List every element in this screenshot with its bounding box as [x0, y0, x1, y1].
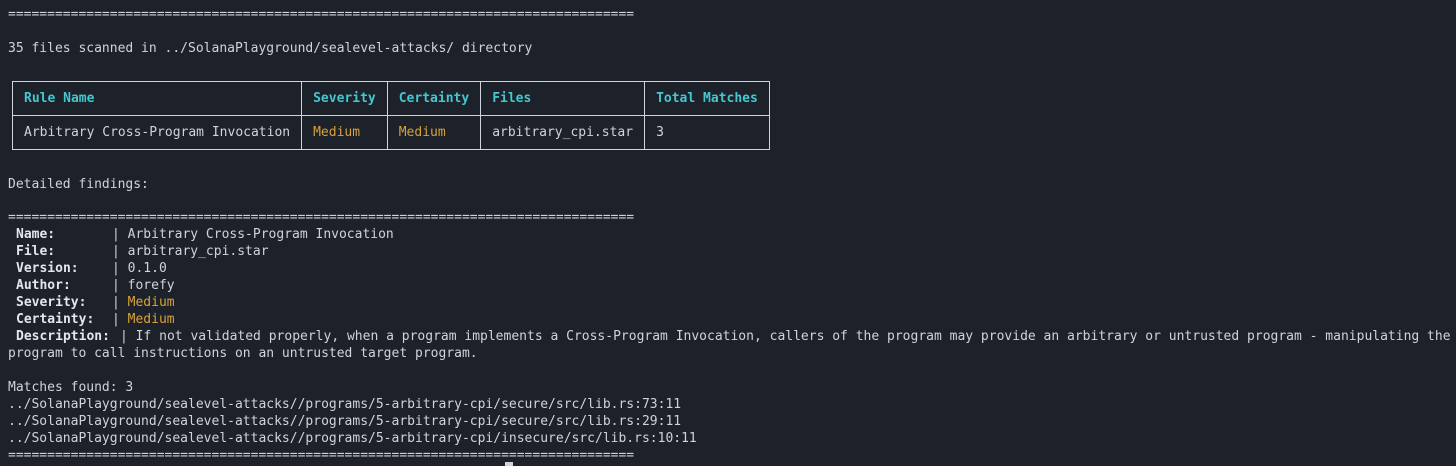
matches-heading: Matches found: 3 [8, 380, 134, 395]
detail-author-key: Author: [16, 278, 71, 293]
detail-file-value: arbitrary_cpi.star [127, 244, 269, 259]
header-total-matches: Total Matches [644, 81, 770, 116]
detail-name-row: Name: | Arbitrary Cross-Program Invocatio… [8, 226, 394, 243]
detail-file-row: File: | arbitrary_cpi.star [8, 243, 269, 260]
detail-name-key: Name: [16, 227, 56, 242]
detail-pipe: | [112, 278, 128, 293]
results-table: Rule Name Severity Certainty Files Total… [11, 81, 770, 150]
header-severity: Severity [301, 81, 388, 116]
table-header-row: Rule Name Severity Certainty Files Total… [11, 81, 770, 116]
detail-author-value: forefy [127, 278, 175, 293]
separator-top: ========================================… [8, 7, 635, 22]
separator-details: ========================================… [8, 210, 635, 225]
detail-severity-row: Severity: | Medium [8, 294, 175, 311]
detail-pipe: | [112, 295, 128, 310]
detail-version-value: 0.1.0 [127, 261, 167, 276]
detail-severity-key: Severity: [16, 295, 87, 310]
detail-name-value: Arbitrary Cross-Program Invocation [127, 227, 394, 242]
detail-description-key: Description: [16, 329, 110, 344]
detail-version-row: Version: | 0.1.0 [8, 260, 167, 277]
detail-pipe: | [112, 261, 128, 276]
detail-version-key: Version: [16, 261, 79, 276]
cell-certainty: Medium [386, 115, 482, 150]
detail-severity-value: Medium [127, 295, 175, 310]
detail-certainty-row: Certainty: | Medium [8, 311, 175, 328]
detail-pipe: | [112, 227, 128, 242]
detail-pipe: | [120, 329, 136, 344]
match-item: ../SolanaPlayground/sealevel-attacks//pr… [8, 431, 697, 446]
cell-rule-name: Arbitrary Cross-Program Invocation [11, 115, 303, 150]
match-item: ../SolanaPlayground/sealevel-attacks//pr… [8, 414, 682, 429]
detail-certainty-value: Medium [127, 312, 175, 327]
detail-description-row: Description: | If not validated properly,… [8, 328, 1452, 362]
detail-file-key: File: [16, 244, 56, 259]
header-certainty: Certainty [386, 81, 482, 116]
detail-description-value: If not validated properly, when a progra… [8, 329, 1451, 361]
detail-pipe: | [112, 244, 128, 259]
table-row: Arbitrary Cross-Program Invocation Mediu… [11, 115, 770, 150]
separator-bottom: ========================================… [8, 448, 635, 463]
detail-author-row: Author: | forefy [8, 277, 175, 294]
match-item: ../SolanaPlayground/sealevel-attacks//pr… [8, 397, 682, 412]
cell-total-matches: 3 [644, 115, 770, 150]
terminal-cursor [505, 462, 513, 466]
detail-pipe: | [112, 312, 128, 327]
cell-severity: Medium [301, 115, 388, 150]
detailed-findings-heading: Detailed findings: [8, 177, 149, 192]
header-rule-name: Rule Name [11, 81, 303, 116]
detail-certainty-key: Certainty: [16, 312, 95, 327]
scan-summary: 35 files scanned in ../SolanaPlayground/… [8, 41, 533, 56]
cell-files: arbitrary_cpi.star [480, 115, 646, 150]
header-files: Files [480, 81, 646, 116]
